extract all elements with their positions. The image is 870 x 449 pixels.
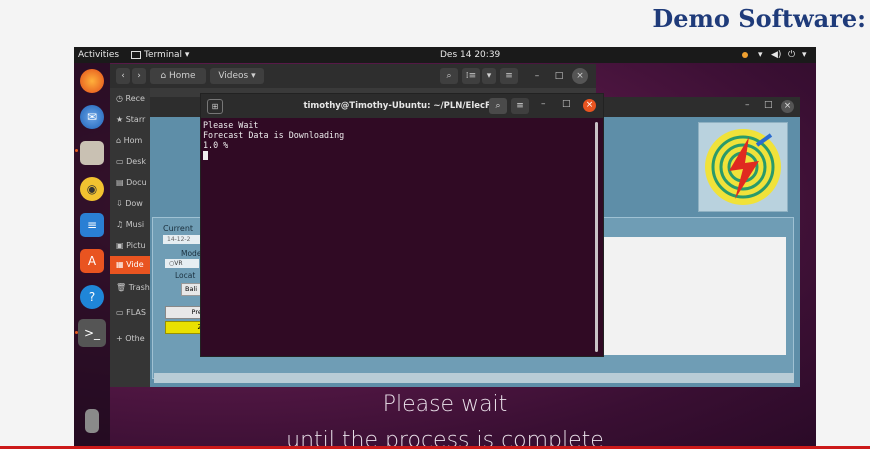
firefox-icon[interactable]	[80, 69, 104, 93]
running-indicator	[75, 149, 78, 152]
clock[interactable]: Des 14 20:39	[440, 47, 500, 63]
search-icon[interactable]: ⌕	[440, 68, 458, 84]
trash-icon: 🗑	[116, 283, 129, 292]
rhythmbox-icon[interactable]: ◉	[80, 177, 104, 201]
sidebar-item-desktop[interactable]: ▭ Desk	[116, 157, 146, 166]
search-icon[interactable]: ⌕	[489, 98, 507, 114]
maximize-icon[interactable]: □	[562, 99, 571, 109]
home-icon: ⌂	[116, 136, 124, 145]
activities-button[interactable]: Activities	[78, 47, 119, 63]
terminal-small-icon	[131, 50, 141, 59]
chevron-down-icon: ▾	[248, 71, 256, 81]
volume-icon[interactable]: ◀)	[771, 47, 781, 63]
minimize-icon[interactable]: –	[745, 100, 750, 110]
sidebar-item-pictures[interactable]: ▣ Pictu	[116, 241, 146, 250]
terminal-cursor	[203, 150, 591, 160]
forward-button[interactable]: ›	[132, 68, 146, 84]
sidebar-item-other-locations[interactable]: + Othe	[116, 334, 145, 343]
document-icon: ▤	[116, 178, 127, 187]
music-icon: ♫	[116, 220, 126, 229]
terminal-output[interactable]: Please Wait Forecast Data is Downloading…	[203, 120, 591, 352]
close-icon[interactable]: ×	[583, 99, 596, 112]
software-center-icon[interactable]: A	[80, 249, 104, 273]
terminal-window: timothy@Timothy-Ubuntu: ~/PLN/ElecFor ⊞ …	[200, 93, 604, 357]
ubuntu-desktop: Activities Terminal ▾ Des 14 20:39 ▾ ◀) …	[74, 47, 816, 449]
path-videos-button[interactable]: Videos ▾	[210, 68, 264, 84]
new-tab-icon[interactable]: ⊞	[207, 99, 223, 114]
sidebar-item-videos[interactable]: ▦ Vide	[110, 256, 150, 274]
desktop-icon: ▭	[116, 157, 127, 166]
sidebar-item-trash[interactable]: 🗑 Trash	[116, 283, 150, 292]
horizontal-scrollbar[interactable]	[154, 373, 794, 383]
current-label: Current	[163, 224, 194, 233]
lightning-logo-icon	[705, 129, 781, 205]
terminal-titlebar: timothy@Timothy-Ubuntu: ~/PLN/ElecFor ⊞ …	[201, 94, 603, 118]
mode-label: Mode	[181, 249, 202, 258]
back-button[interactable]: ‹	[116, 68, 130, 84]
files-sidebar: ◷ Rece ★ Starr ⌂ Hom ▭ Desk ▤ Docu ⇩ Dow…	[110, 88, 150, 387]
maximize-icon[interactable]: □	[764, 100, 773, 110]
sidebar-item-home[interactable]: ⌂ Hom	[116, 136, 142, 145]
power-icon[interactable]: ⏻	[788, 47, 795, 63]
star-icon: ★	[116, 115, 126, 124]
orange-dot-icon	[742, 52, 748, 58]
sidebar-item-recent[interactable]: ◷ Rece	[116, 94, 145, 103]
date-field[interactable]: 14-12-2	[163, 235, 203, 244]
top-bar: Activities Terminal ▾ Des 14 20:39 ▾ ◀) …	[74, 47, 816, 63]
video-icon: ▦	[116, 260, 127, 269]
caption-line-1: Please wait	[382, 392, 508, 417]
view-list-icon[interactable]: ⁞≡	[462, 68, 480, 84]
home-icon: ⌂	[160, 71, 169, 81]
close-icon[interactable]: ×	[781, 100, 794, 113]
help-icon[interactable]: ?	[80, 285, 104, 309]
terminal-scrollbar[interactable]	[595, 122, 598, 352]
close-icon[interactable]: ×	[572, 68, 588, 84]
view-options-icon[interactable]: ▾	[482, 68, 496, 84]
wifi-icon[interactable]: ▾	[758, 47, 763, 63]
thunderbird-icon[interactable]: ✉	[80, 105, 104, 129]
minimize-icon[interactable]: –	[541, 99, 546, 109]
sidebar-item-starred[interactable]: ★ Starr	[116, 115, 145, 124]
maximize-icon[interactable]: □	[552, 68, 566, 84]
chevron-down-icon[interactable]: ▾	[802, 47, 807, 63]
menu-icon[interactable]: ≡	[511, 98, 529, 114]
picture-icon: ▣	[116, 241, 127, 250]
files-icon[interactable]	[80, 141, 104, 165]
clock-icon: ◷	[116, 94, 126, 103]
chart-area	[600, 237, 786, 355]
mode-radio[interactable]: ○VR	[165, 259, 199, 268]
download-icon: ⇩	[116, 199, 126, 208]
location-label: Locat	[175, 271, 196, 280]
drive-icon: ▭	[116, 308, 127, 317]
sidebar-item-flashdrive[interactable]: ▭ FLAS	[116, 308, 146, 317]
minimize-icon[interactable]: –	[530, 68, 544, 84]
terminal-line: Please Wait	[203, 120, 259, 130]
terminal-app-menu[interactable]: Terminal ▾	[131, 47, 189, 63]
sidebar-item-music[interactable]: ♫ Musi	[116, 220, 144, 229]
sidebar-item-documents[interactable]: ▤ Docu	[116, 178, 147, 187]
menu-icon[interactable]: ≡	[500, 68, 518, 84]
path-home-button[interactable]: ⌂ Home	[150, 68, 206, 84]
logo-frame	[698, 122, 788, 212]
files-header: ‹ › ⌂ Home Videos ▾ ⌕ ⁞≡ ▾ ≡ – □ ×	[110, 64, 596, 88]
terminal-icon[interactable]: >_	[78, 319, 106, 347]
writer-icon[interactable]: ≡	[80, 213, 104, 237]
slide-title: Demo Software:	[652, 4, 866, 33]
terminal-line: 1.0 %	[203, 140, 229, 150]
sidebar-item-downloads[interactable]: ⇩ Dow	[116, 199, 143, 208]
terminal-line: Forecast Data is Downloading	[203, 130, 345, 140]
